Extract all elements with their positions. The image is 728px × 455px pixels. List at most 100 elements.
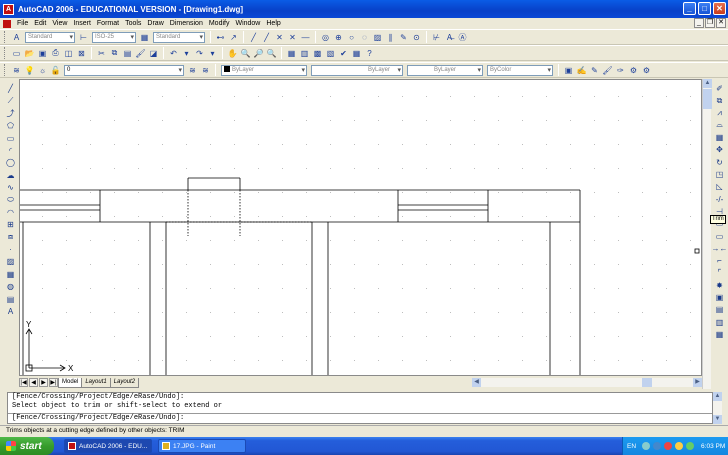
rotate-icon[interactable]: ↻	[714, 157, 725, 168]
zoom-window-icon[interactable]: 🔎	[253, 48, 264, 59]
prev-tab-button[interactable]: ◀	[29, 378, 38, 387]
cut-icon[interactable]: ✂	[96, 48, 107, 59]
dim-text-icon[interactable]: Ⓐ	[457, 32, 468, 43]
minimize-button[interactable]: _	[683, 2, 696, 15]
horizontal-scroll-thumb[interactable]	[642, 378, 652, 387]
command-scroll-up[interactable]: ▲	[713, 392, 722, 401]
tab-model[interactable]: Model	[58, 377, 83, 388]
command-input[interactable]: [Fence/Crossing/Project/Edge/eRase/Undo]…	[8, 413, 712, 422]
linetype-select[interactable]: ByLayer	[311, 64, 403, 76]
language-indicator[interactable]: EN	[627, 443, 636, 450]
selected-objects[interactable]	[166, 190, 312, 236]
ellipse-icon[interactable]: ⬭	[5, 195, 16, 206]
start-button[interactable]: start	[0, 437, 54, 455]
document-icon[interactable]	[3, 19, 11, 28]
make-current-icon[interactable]: ≋	[187, 65, 198, 76]
table-style-select[interactable]: Standard	[153, 31, 205, 43]
network-tray-icon[interactable]	[653, 442, 662, 450]
lineweight-select[interactable]: ByLayer	[407, 64, 483, 76]
trim-icon[interactable]: -/-	[714, 194, 725, 205]
offset-icon[interactable]: ⌓	[714, 120, 725, 131]
revision-cloud-icon[interactable]: ☁	[5, 170, 16, 181]
construction-line-icon[interactable]: ⟋	[5, 95, 16, 106]
workspace-icon[interactable]: ▣	[563, 65, 574, 76]
arc-tool-icon[interactable]: ◜	[5, 145, 16, 156]
drawing-horizontal-scrollbar[interactable]: ◀ ▶	[472, 378, 702, 387]
scroll-left-arrow[interactable]: ◀	[472, 378, 481, 387]
spline-icon[interactable]: ∿	[5, 182, 16, 193]
text-style-icon[interactable]: A	[11, 32, 22, 43]
toolbar-grip[interactable]	[4, 31, 7, 43]
erase-icon[interactable]: ✐	[714, 83, 725, 94]
markup-icon[interactable]: ✔	[338, 48, 349, 59]
scroll-right-arrow[interactable]: ▶	[693, 378, 702, 387]
menu-dimension[interactable]: Dimension	[167, 20, 206, 27]
insert-block-icon[interactable]: ⊞	[5, 219, 16, 230]
line-icon[interactable]: ╱	[248, 32, 259, 43]
gradient-icon[interactable]: ▦	[5, 269, 16, 280]
security-tray-icon[interactable]	[664, 442, 673, 450]
hatch-tool-icon[interactable]: ▨	[5, 256, 16, 267]
maximize-button[interactable]: □	[698, 2, 711, 15]
arc-icon[interactable]: ◌	[359, 32, 370, 43]
help-tray-icon[interactable]	[642, 442, 651, 450]
point-icon[interactable]: ·	[5, 244, 16, 255]
line-tool-icon[interactable]: ╱	[5, 83, 16, 94]
plotstyle-select[interactable]: ByColor	[487, 64, 553, 76]
scale-icon[interactable]: ◳	[714, 169, 725, 180]
text-style-select[interactable]: Standard	[25, 31, 75, 43]
volume-tray-icon[interactable]	[675, 442, 684, 450]
break-icon[interactable]: ▭	[714, 231, 725, 242]
brush-icon[interactable]: 🖌	[602, 65, 613, 76]
save-icon[interactable]: ▣	[37, 48, 48, 59]
mirror-icon[interactable]: ⩘	[714, 108, 725, 119]
taskbar-autocad[interactable]: AutoCAD 2006 - EDU...	[64, 439, 152, 453]
doc-restore-button[interactable]: ❐	[705, 18, 715, 28]
vertical-scroll-thumb[interactable]	[703, 89, 712, 109]
ring-icon[interactable]: ○	[346, 32, 357, 43]
close-button[interactable]: ✕	[713, 2, 726, 15]
block-editor-icon[interactable]: ◪	[148, 48, 159, 59]
array-icon[interactable]: ▦	[714, 132, 725, 143]
rectangle-icon[interactable]: ▭	[5, 133, 16, 144]
target-icon[interactable]: ⊕	[333, 32, 344, 43]
multiline-text-icon[interactable]: A	[5, 306, 16, 317]
command-scroll-down[interactable]: ▼	[713, 415, 722, 424]
dim-style-icon[interactable]: ⊢	[78, 32, 89, 43]
paste-icon[interactable]: ▤	[122, 48, 133, 59]
dim-style-manager-icon[interactable]: ⊬	[431, 32, 442, 43]
polyline-tool-icon[interactable]: ⤴	[5, 108, 16, 119]
layer-previous-icon[interactable]: ≋	[200, 65, 211, 76]
make-block-icon[interactable]: ⧈	[5, 232, 16, 243]
layer-tool-icon[interactable]: ▤	[714, 304, 725, 315]
tool-palettes-icon[interactable]: ▩	[312, 48, 323, 59]
open-icon[interactable]: 📂	[24, 48, 35, 59]
menu-insert[interactable]: Insert	[70, 20, 94, 27]
last-tab-button[interactable]: ▶|	[49, 378, 58, 387]
menu-format[interactable]: Format	[94, 20, 122, 27]
plot-icon[interactable]: ⎙	[50, 48, 61, 59]
menu-tools[interactable]: Tools	[122, 20, 144, 27]
new-icon[interactable]: ▭	[11, 48, 22, 59]
clock[interactable]: 6:03 PM	[701, 443, 725, 450]
properties-brush-icon[interactable]: ✑	[615, 65, 626, 76]
tab-layout1[interactable]: Layout1	[81, 377, 111, 388]
sheet-set-icon[interactable]: ▧	[325, 48, 336, 59]
aligned-dimension-icon[interactable]: ↗	[228, 32, 239, 43]
drawing-vertical-scrollbar[interactable]: ▲	[702, 79, 712, 389]
join-icon[interactable]: →←	[712, 243, 728, 254]
redo-icon[interactable]: ↷	[194, 48, 205, 59]
drawing-canvas[interactable]: Y X	[19, 79, 702, 376]
draworder-icon[interactable]: ▣	[714, 292, 725, 303]
ellipse-arc-icon[interactable]: ◠	[5, 207, 16, 218]
edit-dimension-icon[interactable]: ∥	[385, 32, 396, 43]
match-properties-icon[interactable]: 🖌	[135, 48, 146, 59]
dimtedit-icon[interactable]: ✎	[398, 32, 409, 43]
dim-style-select[interactable]: ISO-25	[92, 31, 136, 43]
menu-view[interactable]: View	[49, 20, 70, 27]
copy-object-icon[interactable]: ⧉	[714, 95, 725, 106]
layer-manager-icon[interactable]: ≋	[11, 65, 22, 76]
menu-window[interactable]: Window	[232, 20, 263, 27]
taskbar-paint[interactable]: 17.JPG - Paint	[158, 439, 246, 453]
design-center-icon[interactable]: ▥	[299, 48, 310, 59]
